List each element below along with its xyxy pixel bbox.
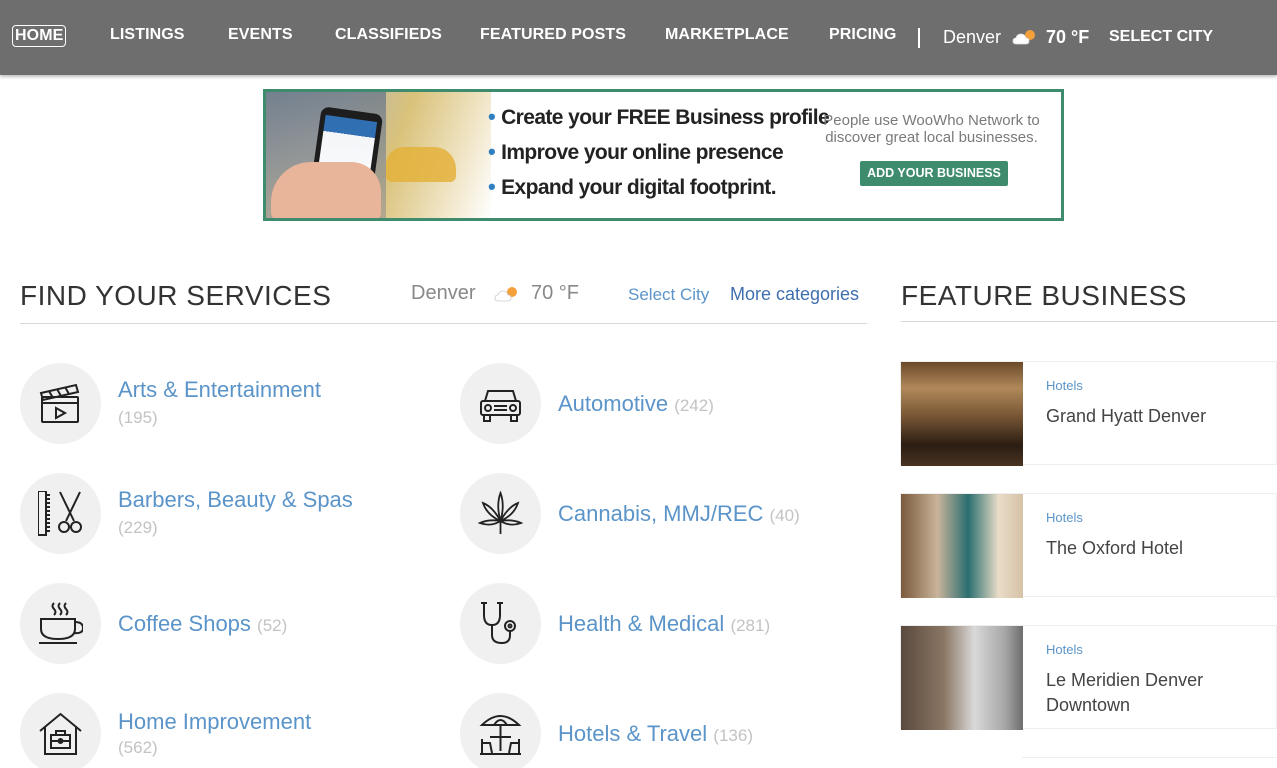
nav-city-name: Denver <box>943 27 1002 47</box>
nav-temperature: 70 °F <box>1046 27 1090 47</box>
category-name: Hotels & Travel <box>558 721 708 746</box>
cannabis-leaf-icon <box>478 491 523 534</box>
category-count: (281) <box>730 616 771 635</box>
category-name: Arts & Entertainment <box>118 377 321 402</box>
category-name: Automotive <box>558 391 669 416</box>
category-name-line: Coffee Shops (52) <box>118 611 287 637</box>
category-count: (242) <box>674 396 714 415</box>
nav-listings[interactable]: LISTINGS <box>110 26 185 44</box>
nav-home[interactable]: HOME <box>12 25 67 47</box>
add-your-business-button[interactable]: ADD YOUR BUSINESS <box>860 161 1008 186</box>
category-name: Coffee Shops <box>118 611 251 636</box>
more-categories-link[interactable]: More categories <box>730 284 859 305</box>
partly-cloudy-icon <box>494 285 522 308</box>
banner-bullet-list: • Create your FREE Business profile • Impr… <box>488 100 830 205</box>
nav-divider <box>918 28 920 48</box>
banner-bullet: • Create your FREE Business profile <box>488 104 830 129</box>
services-city-name: Denver <box>411 282 476 304</box>
category-name: Home Improvement <box>118 709 312 734</box>
category-name: Health & Medical <box>558 611 725 636</box>
category-icon-circle <box>20 363 101 444</box>
category-icon-circle <box>460 363 541 444</box>
featured-category-link[interactable]: Hotels <box>1046 378 1083 393</box>
category-name-line: Cannabis, MMJ/REC (40) <box>558 501 800 527</box>
category-name-line: Health & Medical (281) <box>558 611 770 637</box>
jeep-icon <box>480 390 521 422</box>
services-temperature: 70 °F <box>531 282 580 304</box>
feature-business-heading: FEATURE BUSINESS <box>901 280 1187 311</box>
nav-marketplace[interactable]: MARKETPLACE <box>665 26 789 44</box>
services-heading: FIND YOUR SERVICES <box>20 280 332 311</box>
coffee-cup-icon <box>39 602 83 644</box>
category-name-line: Automotive (242) <box>558 391 714 417</box>
comb-scissors-icon <box>38 491 82 536</box>
category-icon-circle <box>460 693 541 768</box>
featured-business-card-partial <box>1022 757 1277 768</box>
services-divider <box>20 323 867 324</box>
top-navbar: HOME LISTINGS EVENTS CLASSIFIEDS FEATURE… <box>0 0 1277 75</box>
category-icon-circle <box>460 473 541 554</box>
category-count: (136) <box>713 726 753 745</box>
banner-tagline: People use WooWho Network to discover gr… <box>823 112 1040 146</box>
nav-classifieds[interactable]: CLASSIFIEDS <box>335 26 442 44</box>
category-count: (40) <box>769 506 800 525</box>
banner-phone-image <box>266 92 491 218</box>
featured-business-name[interactable]: Le Meridien Denver Downtown <box>1046 668 1266 718</box>
category-name: Barbers, Beauty & Spas <box>118 487 353 512</box>
services-select-city-link[interactable]: Select City <box>628 285 709 305</box>
category-health-medical[interactable]: Health & Medical (281) <box>460 583 860 664</box>
banner-bullet: • Improve your online presence <box>488 139 784 164</box>
nav-featured-posts[interactable]: FEATURED POSTS <box>480 26 626 44</box>
category-count: (195) <box>118 408 158 427</box>
hotel-interior-image <box>901 626 1023 730</box>
featured-category-link[interactable]: Hotels <box>1046 510 1083 525</box>
category-name: Cannabis, MMJ/REC <box>558 501 764 526</box>
featured-business-card[interactable]: Hotels Grand Hyatt Denver <box>900 361 1277 466</box>
clapperboard-icon <box>39 383 80 423</box>
partly-cloudy-icon <box>1012 28 1040 51</box>
category-cannabis[interactable]: Cannabis, MMJ/REC (40) <box>460 473 860 554</box>
category-barbers-beauty-spas[interactable]: Barbers, Beauty & Spas (229) <box>20 473 420 554</box>
featured-category-link[interactable]: Hotels <box>1046 642 1083 657</box>
category-icon-circle <box>20 693 101 768</box>
featured-business-name[interactable]: The Oxford Hotel <box>1046 536 1266 561</box>
beach-umbrella-icon <box>479 715 522 755</box>
category-home-improvement[interactable]: Home Improvement (562) <box>20 693 420 768</box>
nav-pricing[interactable]: PRICING <box>829 26 896 44</box>
category-coffee-shops[interactable]: Coffee Shops (52) <box>20 583 420 664</box>
feature-divider <box>901 321 1277 322</box>
category-icon-circle <box>20 473 101 554</box>
featured-business-card[interactable]: Hotels Le Meridien Denver Downtown <box>900 625 1277 730</box>
category-icon-circle <box>20 583 101 664</box>
hotel-room-image <box>901 494 1023 598</box>
stethoscope-icon <box>481 602 516 645</box>
category-icon-circle <box>460 583 541 664</box>
featured-business-card[interactable]: Hotels The Oxford Hotel <box>900 493 1277 598</box>
promo-banner[interactable]: • Create your FREE Business profile • Impr… <box>263 89 1064 221</box>
category-arts-entertainment[interactable]: Arts & Entertainment (195) <box>20 363 420 444</box>
featured-business-name[interactable]: Grand Hyatt Denver <box>1046 404 1266 429</box>
category-count: (52) <box>257 616 288 635</box>
category-automotive[interactable]: Automotive (242) <box>460 363 860 444</box>
category-count: (562) <box>118 738 158 757</box>
banner-bullet: • Expand your digital footprint. <box>488 174 777 199</box>
category-name-line: Hotels & Travel (136) <box>558 721 753 747</box>
hotel-lobby-image <box>901 362 1023 466</box>
house-toolbox-icon <box>39 712 82 755</box>
nav-select-city[interactable]: SELECT CITY <box>1109 28 1213 46</box>
category-hotels-travel[interactable]: Hotels & Travel (136) <box>460 693 860 768</box>
category-count: (229) <box>118 518 158 537</box>
nav-events[interactable]: EVENTS <box>228 26 293 44</box>
